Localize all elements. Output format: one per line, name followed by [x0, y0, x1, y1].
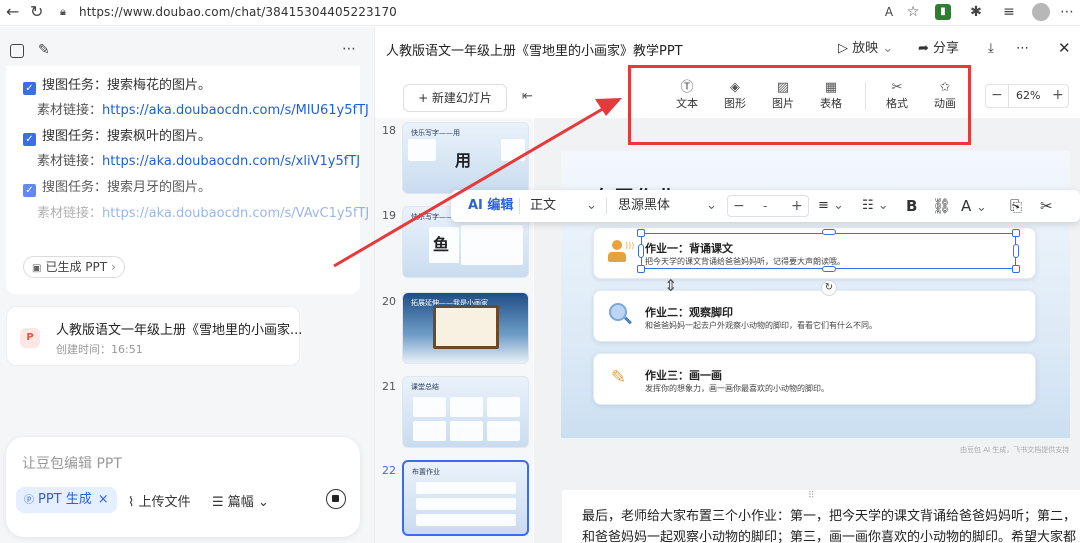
- annotation-arrow: [333, 98, 622, 268]
